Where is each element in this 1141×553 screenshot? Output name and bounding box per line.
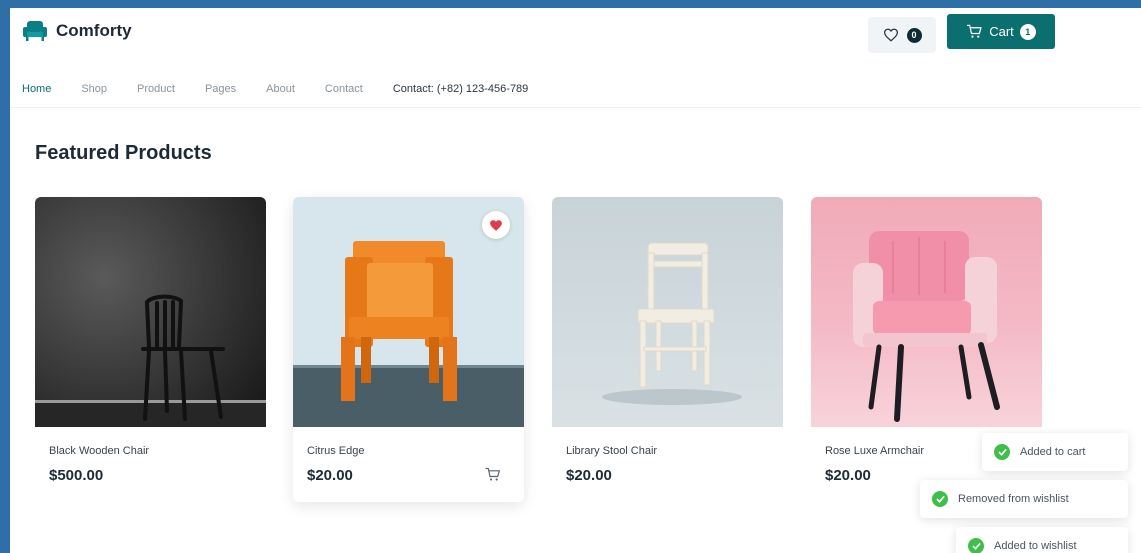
wishlist-button[interactable]: 0 <box>868 17 936 53</box>
nav-product[interactable]: Product <box>137 83 175 95</box>
product-name[interactable]: Black Wooden Chair <box>49 445 149 457</box>
contact-phone: Contact: (+82) 123-456-789 <box>392 82 529 95</box>
nav-shop[interactable]: Shop <box>81 83 107 95</box>
product-card[interactable]: Library Stool Chair $20.00 <box>552 197 783 502</box>
nav-pages[interactable]: Pages <box>205 83 236 95</box>
main-nav: Home Shop Product Pages About Contact Co… <box>10 70 1141 108</box>
app-frame: Comforty 0 Cart 1 Home Shop Product Page… <box>10 8 1141 553</box>
toast-added-to-cart[interactable]: Added to cart <box>982 433 1128 471</box>
product-name[interactable]: Library Stool Chair <box>566 445 657 457</box>
add-to-cart-button[interactable] <box>478 459 508 489</box>
toast-removed-from-wishlist[interactable]: Removed from wishlist <box>920 480 1128 518</box>
product-card[interactable]: Black Wooden Chair $500.00 <box>35 197 266 502</box>
product-image[interactable] <box>35 197 266 427</box>
product-card[interactable]: Citrus Edge $20.00 <box>293 197 524 502</box>
header: Comforty 0 Cart 1 <box>10 8 1141 62</box>
wishlist-toggle[interactable] <box>482 211 510 239</box>
product-image[interactable] <box>293 197 524 427</box>
heart-filled-icon <box>490 219 502 231</box>
nav-about[interactable]: About <box>266 83 295 95</box>
cart-label: Cart <box>989 24 1014 39</box>
toast-text: Added to cart <box>1020 446 1086 458</box>
check-circle-icon <box>932 491 948 507</box>
product-name[interactable]: Citrus Edge <box>307 445 364 457</box>
nav-home[interactable]: Home <box>22 83 51 95</box>
toast-text: Removed from wishlist <box>958 493 1069 505</box>
cart-icon <box>485 467 500 481</box>
product-image[interactable] <box>552 197 783 427</box>
check-circle-icon <box>994 444 1010 460</box>
section-title: Featured Products <box>35 142 212 164</box>
toast-text: Added to wishlist <box>994 540 1077 552</box>
toast-added-to-wishlist[interactable]: Added to wishlist <box>956 527 1128 553</box>
heart-outline-icon <box>883 28 898 42</box>
armchair-icon <box>23 21 47 41</box>
product-price: $20.00 <box>566 467 612 484</box>
cart-count-badge: 1 <box>1019 23 1036 40</box>
product-name[interactable]: Rose Luxe Armchair <box>825 445 924 457</box>
brand-name: Comforty <box>56 21 132 40</box>
cart-button[interactable]: Cart 1 <box>947 14 1055 49</box>
product-price: $500.00 <box>49 467 104 484</box>
check-circle-icon <box>968 538 984 553</box>
product-image[interactable] <box>811 197 1042 427</box>
wishlist-count-badge: 0 <box>906 27 922 43</box>
nav-contact[interactable]: Contact <box>325 83 363 95</box>
brand-logo[interactable]: Comforty <box>22 20 132 42</box>
product-price: $20.00 <box>307 467 353 484</box>
product-price: $20.00 <box>825 467 871 484</box>
cart-icon <box>967 24 982 38</box>
